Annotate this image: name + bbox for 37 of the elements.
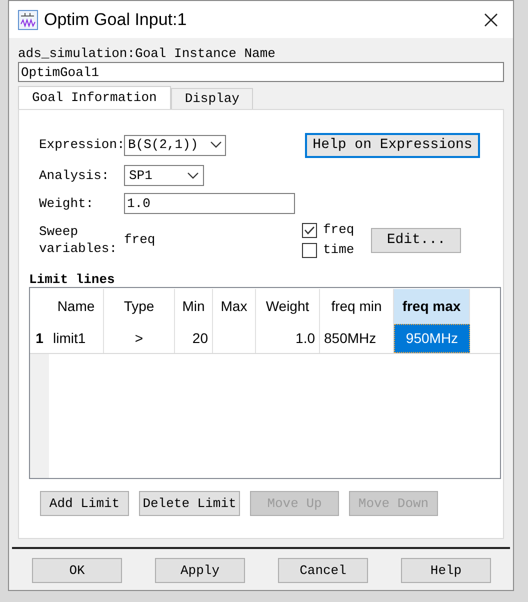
waveform-icon [18, 10, 38, 30]
table-cell[interactable]: 1.0 [256, 324, 320, 353]
tab[interactable]: Display [170, 88, 254, 109]
window-title: Optim Goal Input:1 [44, 8, 187, 31]
checkbox-label: freq [323, 221, 354, 240]
row-number: 1 [34, 329, 44, 348]
instance-name-label: ads_simulation:Goal Instance Name [18, 45, 276, 62]
analysis-value: SP1 [129, 166, 152, 185]
close-icon[interactable] [484, 12, 498, 26]
tab[interactable]: Goal Information [18, 86, 171, 109]
dialog-button[interactable]: OK [32, 558, 122, 583]
instance-name-field[interactable]: OptimGoal1 [18, 62, 504, 82]
checkbox-label: time [323, 241, 354, 260]
table-cell[interactable]: 950MHz [394, 324, 470, 353]
help-button[interactable]: Help on Expressions [305, 132, 480, 158]
weight-label: Weight: [38, 194, 95, 213]
expression-label: Expression: [38, 136, 124, 154]
sweep-variables-value: freq [124, 231, 156, 250]
weight-field[interactable]: 1.0 [124, 193, 295, 214]
dialog-button[interactable]: Cancel [278, 558, 368, 583]
expression-value: B(S(2,1)) [128, 136, 198, 154]
column-header[interactable]: freq max [394, 289, 470, 324]
table-cell[interactable]: 20 [175, 324, 213, 353]
expression-dropdown[interactable]: B(S(2,1)) [124, 134, 226, 156]
table-action-button[interactable]: Delete Limit [139, 491, 240, 516]
analysis-label: Analysis: [38, 166, 110, 185]
section-heading: Limit lines [29, 272, 116, 287]
dialog-button[interactable]: Apply [155, 558, 245, 583]
dialog-button[interactable]: Help [401, 558, 491, 583]
sweep-variables-label: Sweep variables: [38, 223, 118, 257]
edit-button[interactable]: Edit... [371, 228, 462, 252]
table-cell[interactable]: limit1 [49, 324, 104, 353]
analysis-dropdown[interactable]: SP1 [124, 165, 204, 186]
table-cell[interactable]: > [104, 324, 175, 353]
checkbox[interactable] [302, 242, 317, 258]
checkbox[interactable] [302, 222, 317, 238]
table-action-button[interactable]: Add Limit [40, 491, 129, 516]
